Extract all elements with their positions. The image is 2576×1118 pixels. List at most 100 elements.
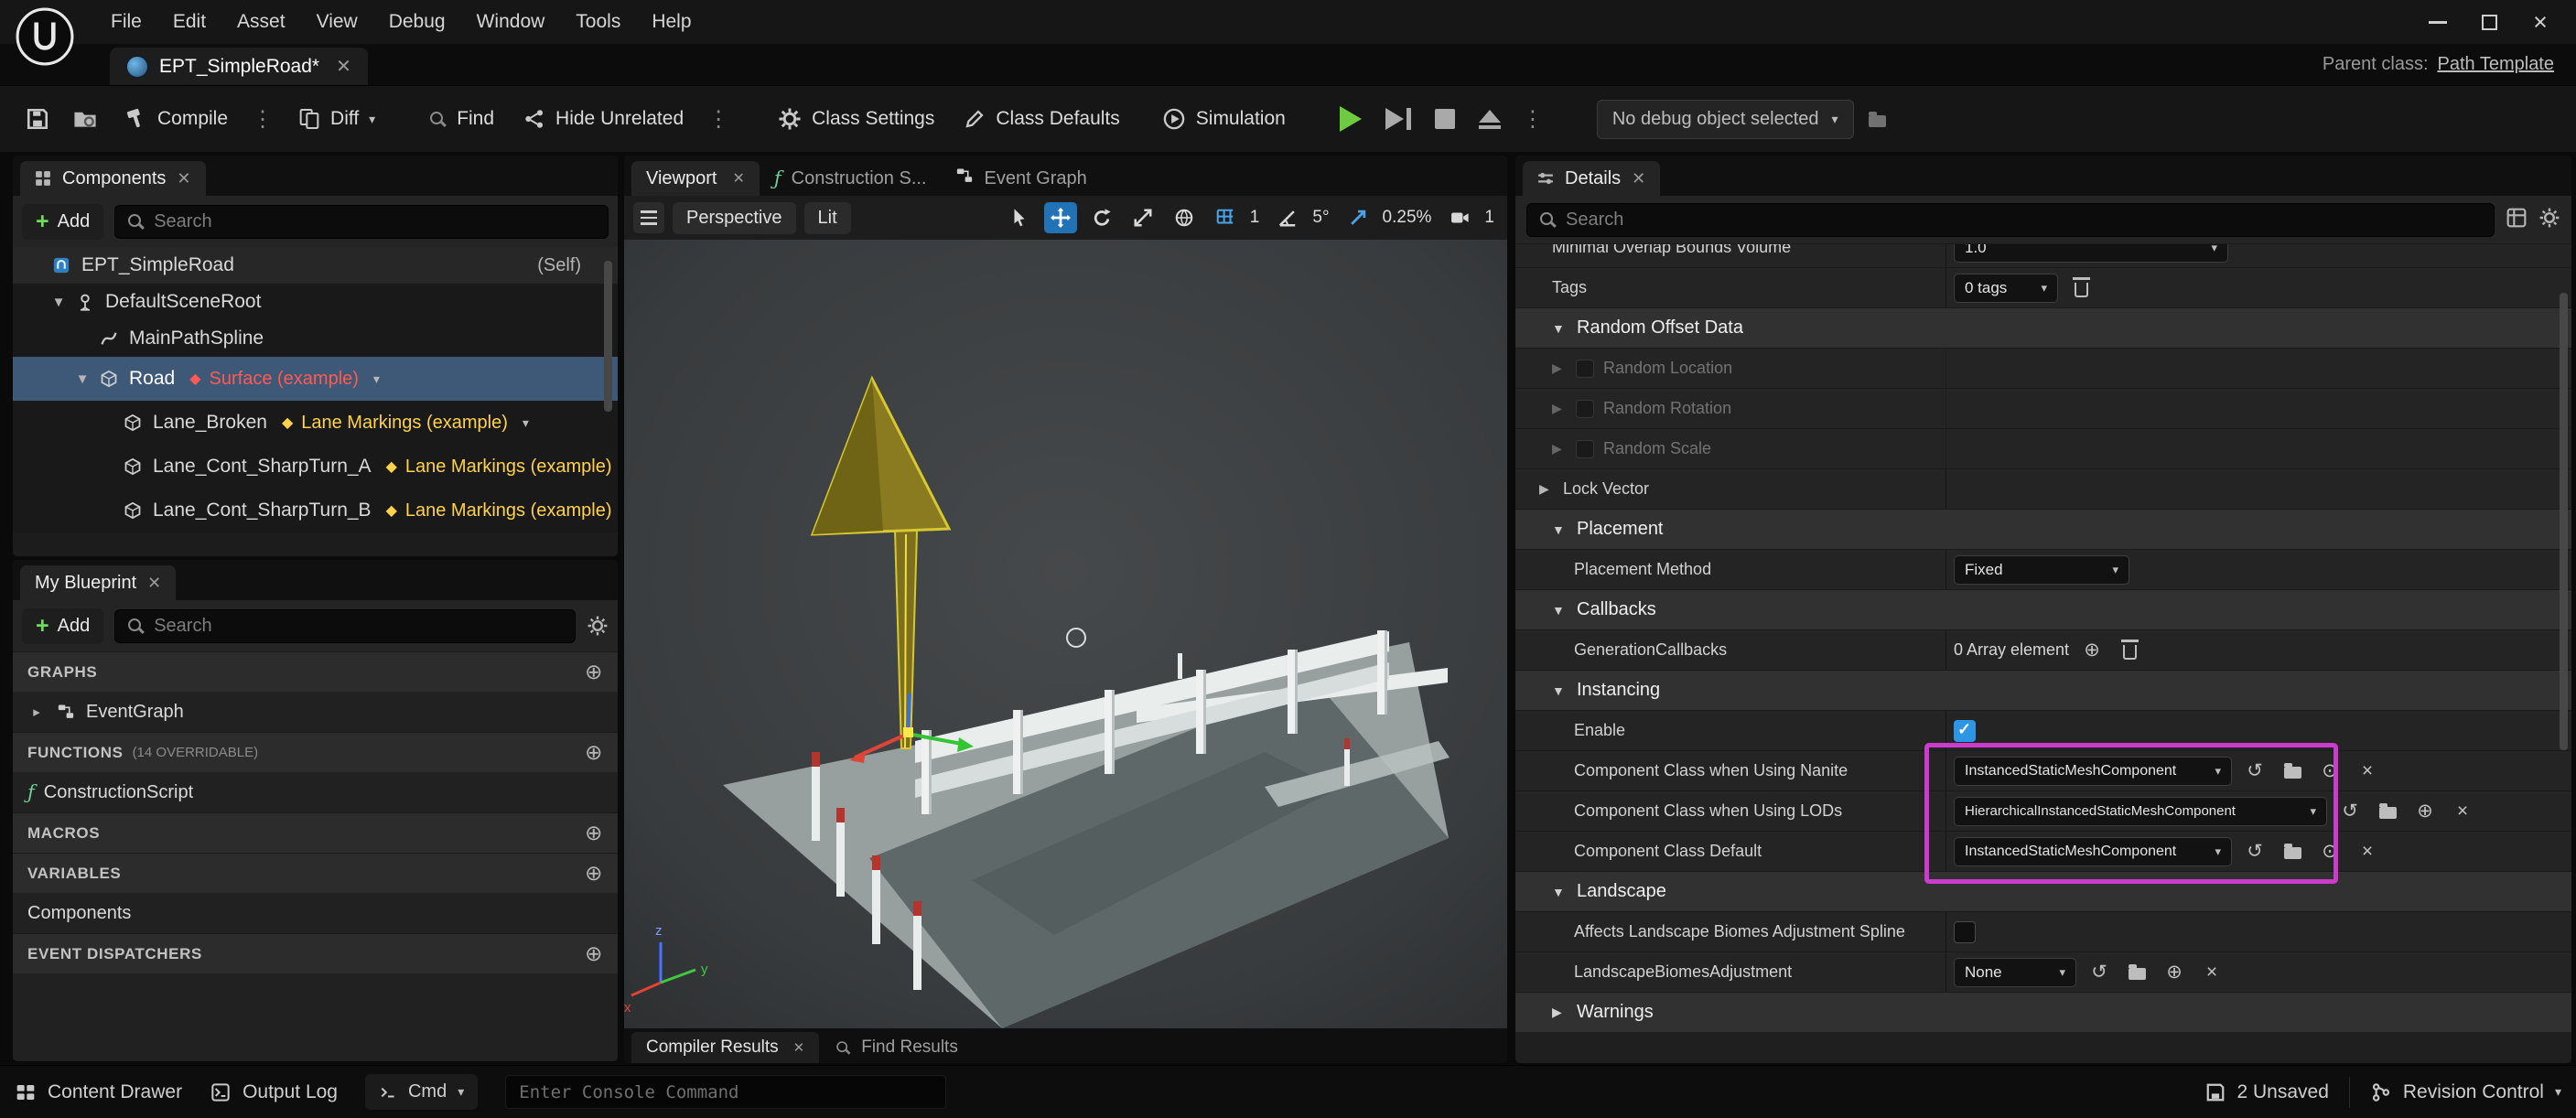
section-header-graphs[interactable]: GRAPHS⊕ — [13, 651, 618, 692]
chevron-right-icon[interactable]: ▶ — [1552, 1005, 1565, 1020]
components-search[interactable] — [114, 205, 609, 239]
add-icon[interactable]: ⊕ — [585, 660, 603, 684]
tab-viewport[interactable]: Viewport✕ — [631, 161, 760, 196]
add-icon[interactable]: ⊕ — [585, 861, 603, 886]
maximize-icon[interactable] — [2468, 6, 2510, 38]
chevron-down-icon[interactable]: ▼ — [1552, 522, 1565, 537]
trash-icon[interactable] — [2115, 636, 2144, 665]
category-placement[interactable]: ▼Placement — [1515, 509, 2571, 549]
clear-icon[interactable]: × — [2448, 797, 2477, 826]
details-row-component-class-when-using-nanite[interactable]: Component Class when Using NaniteInstanc… — [1515, 750, 2571, 790]
frame-skip-button[interactable] — [1376, 98, 1420, 140]
plus-icon[interactable]: ⊕ — [2077, 636, 2107, 665]
section-header-functions[interactable]: FUNCTIONS(14 OVERRIDABLE)⊕ — [13, 732, 618, 772]
unreal-logo-icon[interactable] — [15, 6, 75, 67]
simulation-button[interactable]: Simulation — [1150, 97, 1298, 141]
details-row-tags[interactable]: Tags0 tags▾ — [1515, 267, 2571, 307]
checkbox-enable[interactable] — [1954, 720, 1976, 742]
grid-snap-icon[interactable] — [1209, 202, 1242, 233]
category-instancing[interactable]: ▼Instancing — [1515, 670, 2571, 710]
class-settings-button[interactable]: Class Settings — [766, 97, 946, 141]
category-landscape[interactable]: ▼Landscape — [1515, 871, 2571, 911]
tab-event-graph[interactable]: Event Graph — [941, 161, 1101, 196]
clear-icon[interactable]: × — [2353, 757, 2382, 786]
add-blueprint-item-button[interactable]: + Add — [22, 608, 103, 644]
details-row-random-location[interactable]: ▶Random Location — [1515, 348, 2571, 388]
scale-snap-value[interactable]: 0.25% — [1383, 208, 1432, 228]
expander-icon[interactable]: ▸ — [27, 704, 46, 720]
plus-icon[interactable]: ⊕ — [2160, 958, 2189, 987]
perspective-button[interactable]: Perspective — [673, 202, 796, 234]
viewport-scene[interactable]: y x z — [624, 240, 1507, 1028]
add-icon[interactable]: ⊕ — [585, 740, 603, 765]
section-header-event-dispatchers[interactable]: EVENT DISPATCHERS⊕ — [13, 933, 618, 973]
details-scrollbar[interactable] — [2560, 293, 2568, 750]
components-scrollbar[interactable] — [604, 261, 612, 412]
details-settings-gear-icon[interactable] — [2538, 207, 2560, 233]
section-header-variables[interactable]: VARIABLES⊕ — [13, 853, 618, 893]
component-row-mainpathspline[interactable]: MainPathSpline — [13, 320, 618, 357]
blueprint-item-eventgraph[interactable]: ▸EventGraph — [13, 692, 618, 732]
component-badge[interactable]: ◆Lane Markings (example) — [386, 457, 612, 478]
compile-button[interactable]: Compile — [112, 97, 240, 141]
camera-speed-icon[interactable] — [1443, 202, 1476, 233]
select-tool-icon[interactable] — [1003, 202, 1036, 233]
component-row-clipped[interactable] — [13, 532, 618, 556]
my-blueprint-search[interactable] — [114, 609, 576, 643]
menu-item-file[interactable]: File — [95, 4, 157, 40]
expander-icon[interactable]: ▶ — [1539, 481, 1554, 497]
checkbox-random-location[interactable] — [1576, 360, 1594, 378]
menu-item-edit[interactable]: Edit — [157, 4, 221, 40]
details-row-generationcallbacks[interactable]: GenerationCallbacks0 Array element⊕ — [1515, 629, 2571, 670]
use-icon[interactable]: ↺ — [2240, 757, 2269, 786]
rotation-snap-icon[interactable] — [1271, 202, 1304, 233]
details-row-landscapebiomesadjustment[interactable]: LandscapeBiomesAdjustmentNone▾↺⊕× — [1515, 951, 2571, 992]
menu-item-debug[interactable]: Debug — [373, 4, 461, 40]
details-search[interactable] — [1526, 203, 2495, 237]
class-defaults-button[interactable]: Class Defaults — [952, 98, 1131, 140]
tab-compiler-results[interactable]: Compiler Results✕ — [631, 1032, 819, 1063]
target-icon[interactable]: ⊙ — [2315, 757, 2344, 786]
tab-components[interactable]: Components ✕ — [20, 161, 206, 196]
details-row-component-class-when-using-lods[interactable]: Component Class when Using LODsHierarchi… — [1515, 790, 2571, 831]
tab-details[interactable]: Details ✕ — [1523, 161, 1660, 196]
close-icon[interactable]: × — [2519, 6, 2561, 38]
scale-tool-icon[interactable] — [1126, 202, 1159, 233]
chevron-down-icon[interactable]: ▾ — [523, 415, 529, 431]
expander-icon[interactable]: ▶ — [1552, 360, 1567, 376]
chevron-down-icon[interactable]: ▾ — [373, 371, 380, 387]
browse-icon[interactable] — [2122, 958, 2151, 987]
add-icon[interactable]: ⊕ — [585, 821, 603, 845]
details-row-lock-vector[interactable]: ▶Lock Vector — [1515, 468, 2571, 509]
dropdown-component-class-when-using-nanite[interactable]: InstancedStaticMeshComponent▾ — [1954, 757, 2232, 786]
close-icon[interactable]: ✕ — [788, 1039, 805, 1056]
move-tool-icon[interactable] — [1044, 202, 1077, 233]
target-icon[interactable]: ⊙ — [2315, 837, 2344, 866]
menu-item-tools[interactable]: Tools — [560, 4, 636, 40]
plus-icon[interactable]: ⊕ — [2410, 797, 2440, 826]
clear-icon[interactable]: × — [2197, 958, 2226, 987]
browse-icon[interactable] — [2278, 837, 2307, 866]
checkbox-random-rotation[interactable] — [1576, 400, 1594, 418]
revision-control-button[interactable]: Revision Control ▾ — [2370, 1081, 2561, 1103]
blueprint-item-components[interactable]: Components — [13, 893, 618, 933]
chevron-down-icon[interactable]: ▼ — [1552, 603, 1565, 618]
chevron-down-icon[interactable]: ▼ — [1552, 321, 1565, 336]
details-search-input[interactable] — [1566, 210, 2483, 231]
compile-options-icon[interactable]: ⋮ — [245, 106, 281, 133]
section-header-macros[interactable]: MACROS⊕ — [13, 812, 618, 853]
checkbox-random-scale[interactable] — [1576, 440, 1594, 458]
play-button[interactable] — [1331, 96, 1371, 142]
save-button[interactable] — [16, 97, 59, 141]
expander-icon[interactable]: ▶ — [1552, 441, 1567, 457]
close-icon[interactable]: ✕ — [147, 574, 161, 593]
dropdown-component-class-when-using-lods[interactable]: HierarchicalInstancedStaticMeshComponent… — [1954, 797, 2327, 826]
component-badge[interactable]: ◆Lane Markings (example) — [386, 500, 612, 521]
tab-my-blueprint[interactable]: My Blueprint ✕ — [20, 565, 176, 600]
dropdown-tags[interactable]: 0 tags▾ — [1954, 274, 2058, 303]
component-badge[interactable]: ◆Surface (example)▾ — [189, 369, 380, 390]
browse-icon[interactable] — [2278, 757, 2307, 786]
settings-gear-icon[interactable] — [587, 615, 609, 637]
stop-button[interactable] — [1426, 99, 1464, 139]
dropdown-placement-method[interactable]: Fixed▾ — [1954, 555, 2129, 585]
